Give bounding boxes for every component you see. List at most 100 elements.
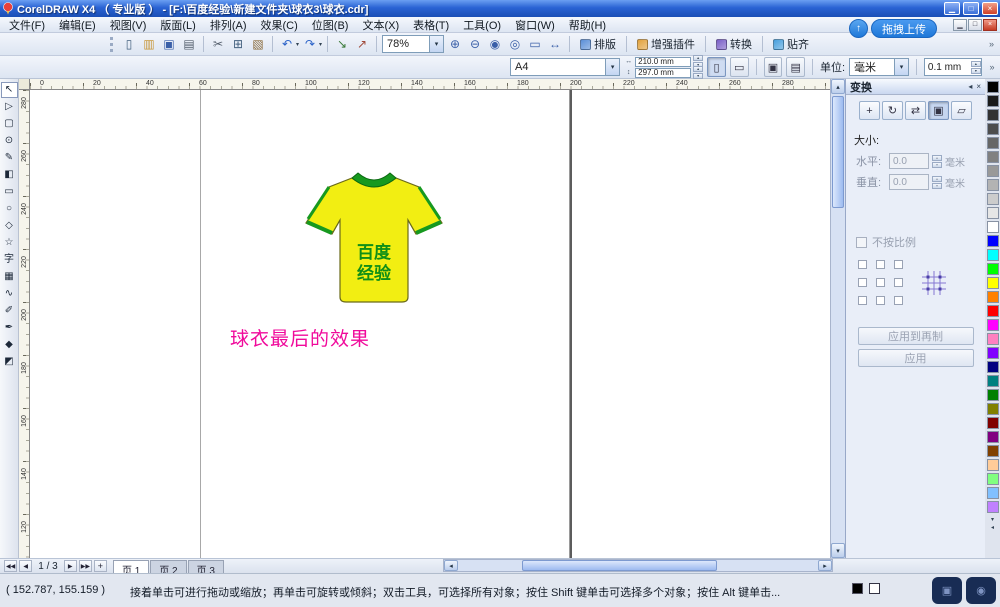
title-bar[interactable]: CorelDRAW X4 （ 专业版 ） - [F:\百度经验\新建文件夹\球衣…	[0, 0, 1000, 17]
anchor-checkbox[interactable]	[894, 278, 903, 287]
palette-swatch[interactable]	[987, 249, 999, 261]
menu-view[interactable]: 视图(V)	[103, 16, 154, 34]
window-maximize-button[interactable]: □	[963, 2, 979, 15]
window-close-button[interactable]: ×	[982, 2, 998, 15]
basic-shapes-tool[interactable]: ☆	[1, 235, 18, 251]
page-tab-1[interactable]: 页 1	[113, 560, 149, 573]
palette-swatch[interactable]	[987, 417, 999, 429]
snap-button[interactable]: 贴齐	[768, 34, 814, 54]
table-tool[interactable]: ▦	[1, 269, 18, 285]
palette-swatch[interactable]	[987, 179, 999, 191]
chevron-down-icon[interactable]	[894, 59, 908, 75]
fill-color-indicator[interactable]	[852, 583, 863, 594]
palette-swatch[interactable]	[987, 207, 999, 219]
palette-swatch[interactable]	[987, 347, 999, 359]
toolbar-overflow-button[interactable]: »	[985, 35, 998, 53]
jersey-graphic[interactable]: 百度 经验	[298, 160, 450, 310]
convert-button[interactable]: 转换	[711, 34, 757, 54]
vertical-scrollbar[interactable]: ▴ ▾	[830, 79, 845, 558]
menu-tools[interactable]: 工具(O)	[456, 16, 508, 34]
interactive-fill-tool[interactable]: ◩	[1, 354, 18, 370]
docker-header[interactable]: 变换 ◂ ×	[846, 79, 985, 95]
palette-swatch[interactable]	[987, 333, 999, 345]
nudge-offset-field[interactable]: 0.1 mm	[924, 58, 982, 76]
scroll-left-button[interactable]: ◂	[444, 560, 458, 571]
polygon-tool[interactable]: ◇	[1, 218, 18, 234]
anchor-checkbox[interactable]	[858, 260, 867, 269]
paper-width-field[interactable]: 210.0 mm	[635, 57, 691, 67]
anchor-checkbox[interactable]	[876, 278, 885, 287]
property-bar-overflow-button[interactable]: »	[986, 58, 998, 76]
menu-help[interactable]: 帮助(H)	[562, 16, 613, 34]
palette-swatch[interactable]	[987, 137, 999, 149]
menu-bitmaps[interactable]: 位图(B)	[305, 16, 356, 34]
scroll-down-button[interactable]: ▾	[831, 543, 845, 558]
document-minimize-button[interactable]: ▁	[953, 19, 967, 31]
transform-size-button[interactable]: ▣	[928, 101, 949, 120]
menu-arrange[interactable]: 排列(A)	[203, 16, 254, 34]
palette-swatch[interactable]	[987, 431, 999, 443]
save-icon[interactable]: ▣	[160, 35, 178, 53]
vertical-scroll-thumb[interactable]	[832, 96, 844, 208]
import-icon[interactable]: ↘	[333, 35, 351, 53]
palette-swatch[interactable]	[987, 123, 999, 135]
pick-tool[interactable]: ↖	[1, 82, 18, 98]
vertical-ruler[interactable]: 280260240220200180160140120100	[19, 90, 30, 558]
ellipse-tool[interactable]: ○	[1, 201, 18, 217]
outline-color-indicator[interactable]	[869, 583, 880, 594]
page-tab-3[interactable]: 页 3	[188, 560, 224, 573]
text-tool[interactable]: 字	[1, 252, 18, 268]
menu-table[interactable]: 表格(T)	[406, 16, 456, 34]
palette-swatch[interactable]	[987, 403, 999, 415]
non-proportional-checkbox[interactable]	[856, 237, 867, 248]
previous-page-button[interactable]: ◀	[19, 560, 32, 572]
upload-overlay[interactable]: ↑ 拖拽上传	[849, 19, 937, 38]
palette-swatch[interactable]	[987, 81, 999, 93]
anchor-checkbox[interactable]	[876, 296, 885, 305]
portrait-orientation-button[interactable]: ▯	[707, 57, 726, 77]
overlay-record-button[interactable]: ◉	[966, 577, 996, 604]
nudge-offset-stepper[interactable]	[971, 61, 981, 74]
menu-text[interactable]: 文本(X)	[355, 16, 406, 34]
last-page-button[interactable]: ▶▶	[79, 560, 92, 572]
fill-tool[interactable]: ◆	[1, 337, 18, 353]
palette-swatch[interactable]	[987, 501, 999, 513]
first-page-button[interactable]: ◀◀	[4, 560, 17, 572]
zoom-page-icon[interactable]: ▭	[526, 35, 544, 53]
cut-icon[interactable]: ✂	[209, 35, 227, 53]
horizontal-scrollbar[interactable]: ◂ ▸	[443, 559, 833, 572]
ruler-origin[interactable]	[19, 79, 30, 90]
anchor-checkbox[interactable]	[876, 260, 885, 269]
palette-swatch[interactable]	[987, 95, 999, 107]
menu-window[interactable]: 窗口(W)	[508, 16, 562, 34]
palette-swatch[interactable]	[987, 165, 999, 177]
docker-collapse-button[interactable]: ◂	[968, 82, 972, 91]
palette-swatch[interactable]	[987, 291, 999, 303]
apply-to-duplicate-button[interactable]: 应用到再制	[858, 327, 974, 345]
dropdown-arrow-icon[interactable]: ▾	[296, 41, 299, 48]
document-restore-button[interactable]: □	[968, 19, 982, 31]
undo-icon[interactable]: ↶	[278, 35, 296, 53]
vertical-value-stepper[interactable]	[932, 176, 942, 189]
toolbar-grip[interactable]	[110, 37, 113, 52]
plugins-button[interactable]: 增强插件	[632, 34, 700, 54]
open-icon[interactable]: ▥	[140, 35, 158, 53]
page-tab-2[interactable]: 页 2	[150, 560, 186, 573]
menu-effects[interactable]: 效果(C)	[254, 16, 305, 34]
freehand-tool[interactable]: ✎	[1, 150, 18, 166]
transform-scale-button[interactable]: ⇄	[905, 101, 926, 120]
palette-swatch[interactable]	[987, 389, 999, 401]
current-page-button[interactable]: ▤	[786, 57, 805, 77]
scroll-up-button[interactable]: ▴	[831, 79, 845, 94]
export-icon[interactable]: ↗	[353, 35, 371, 53]
chevron-down-icon[interactable]	[605, 59, 619, 75]
palette-swatch[interactable]	[987, 487, 999, 499]
anchor-checkbox[interactable]	[858, 296, 867, 305]
outline-pen-tool[interactable]: ✒	[1, 320, 18, 336]
eyedropper-tool[interactable]: ✐	[1, 303, 18, 319]
scroll-right-button[interactable]: ▸	[818, 560, 832, 571]
zoom-tool[interactable]: ⊙	[1, 133, 18, 149]
horizontal-value-field[interactable]: 0.0	[889, 153, 929, 169]
zoom-selection-icon[interactable]: ◉	[486, 35, 504, 53]
paper-size-combo[interactable]: A4	[510, 58, 620, 76]
